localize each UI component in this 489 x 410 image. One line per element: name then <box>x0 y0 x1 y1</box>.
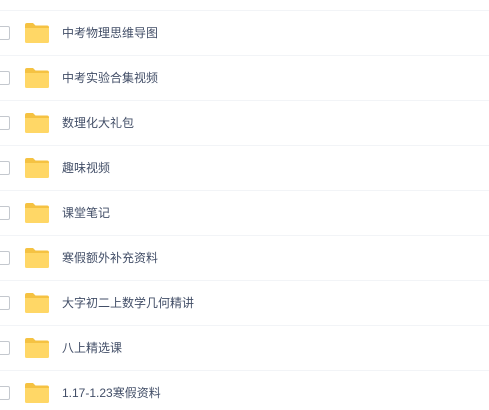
folder-icon <box>24 202 50 224</box>
folder-icon <box>24 22 50 44</box>
row-checkbox[interactable] <box>0 71 10 85</box>
row-checkbox[interactable] <box>0 116 10 130</box>
file-list: 中考物理思维导图 中考实验合集视频 数理化大礼包 趣味视频课堂笔记寒假额外补充资料大字… <box>0 0 489 410</box>
row-checkbox[interactable] <box>0 206 10 220</box>
folder-icon <box>24 247 50 269</box>
folder-icon <box>24 67 50 89</box>
folder-name[interactable]: 中考实验合集视频 <box>62 70 158 86</box>
row-checkbox[interactable] <box>0 161 10 175</box>
file-row[interactable]: 1.17-1.23寒假资料 <box>0 371 489 410</box>
row-checkbox[interactable] <box>0 386 10 400</box>
file-row[interactable]: 中考实验合集视频 <box>0 56 489 101</box>
row-checkbox[interactable] <box>0 26 10 40</box>
file-row[interactable]: 趣味视频 <box>0 146 489 191</box>
file-row[interactable]: 八上精选课 <box>0 326 489 371</box>
file-row[interactable]: 课堂笔记 <box>0 191 489 236</box>
folder-name[interactable]: 1.17-1.23寒假资料 <box>62 385 161 401</box>
folder-name[interactable]: 课堂笔记 <box>62 205 110 221</box>
row-checkbox[interactable] <box>0 296 10 310</box>
file-row[interactable]: 数理化大礼包 <box>0 101 489 146</box>
folder-icon <box>24 382 50 404</box>
row-checkbox[interactable] <box>0 251 10 265</box>
folder-name[interactable]: 中考物理思维导图 <box>62 25 158 41</box>
folder-icon <box>24 292 50 314</box>
folder-name[interactable]: 寒假额外补充资料 <box>62 250 158 266</box>
folder-name[interactable]: 八上精选课 <box>62 340 122 356</box>
file-row[interactable]: 中考物理思维导图 <box>0 11 489 56</box>
folder-icon <box>24 112 50 134</box>
folder-icon <box>24 157 50 179</box>
folder-name[interactable]: 数理化大礼包 <box>62 115 134 131</box>
file-row[interactable]: 大字初二上数学几何精讲 <box>0 281 489 326</box>
folder-icon <box>24 337 50 359</box>
folder-name[interactable]: 大字初二上数学几何精讲 <box>62 295 194 311</box>
file-row[interactable]: 寒假额外补充资料 <box>0 236 489 281</box>
row-checkbox[interactable] <box>0 341 10 355</box>
folder-name[interactable]: 趣味视频 <box>62 160 110 176</box>
